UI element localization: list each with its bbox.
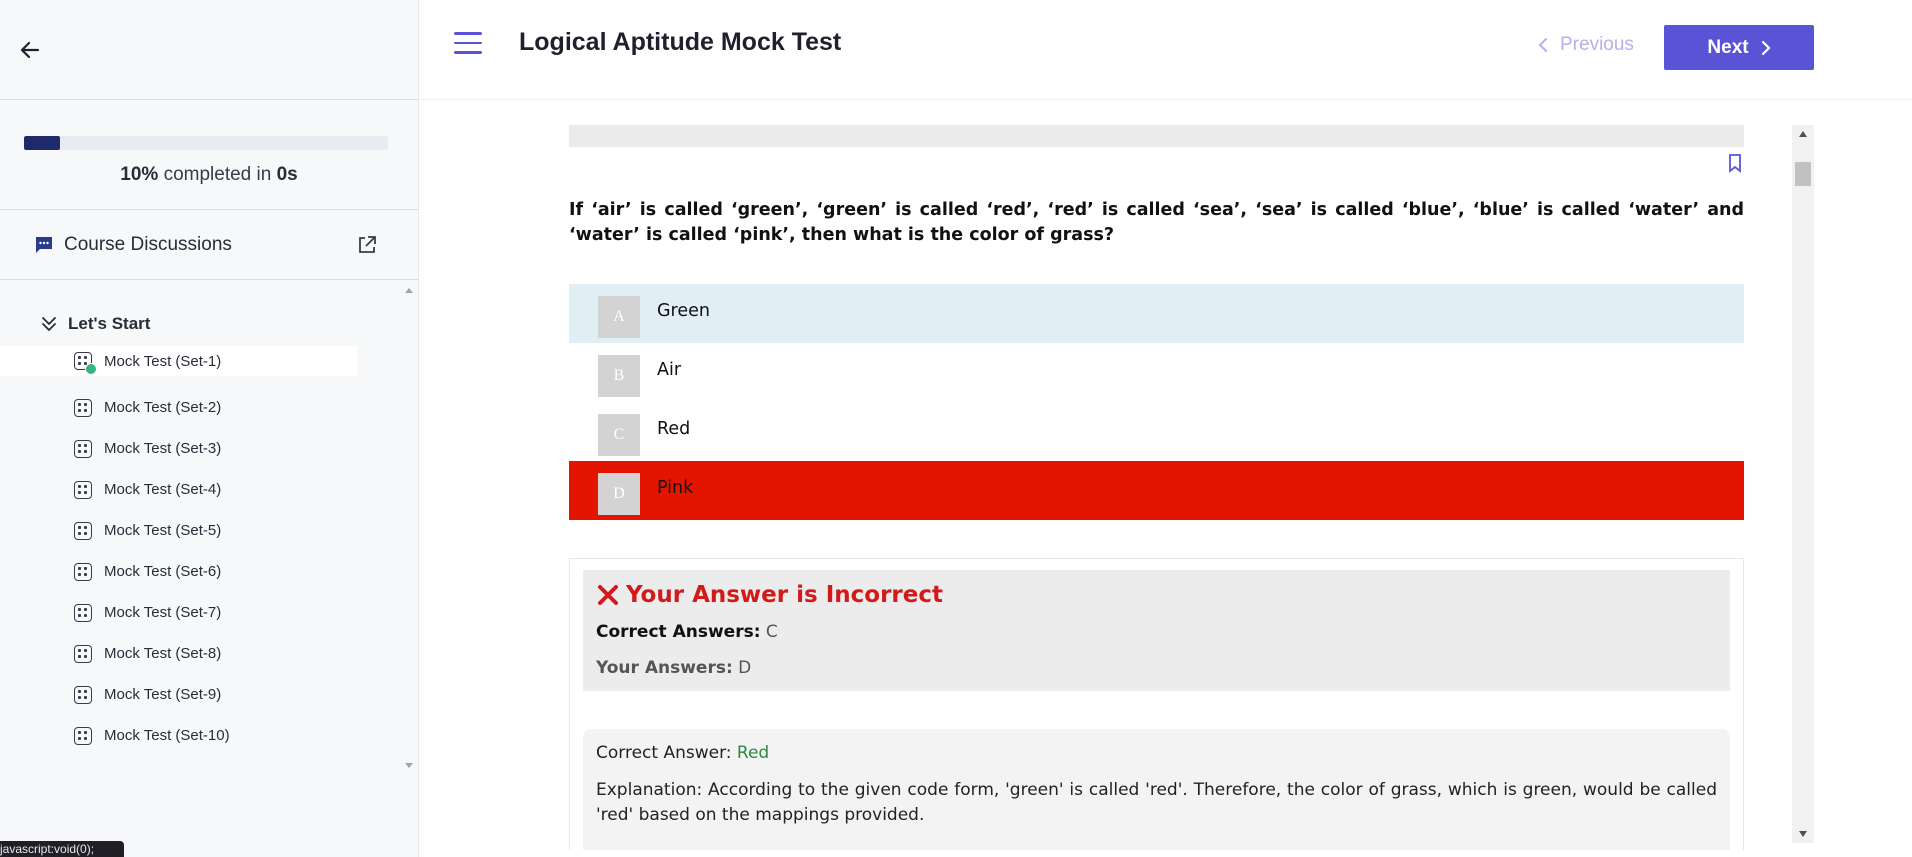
section-lets-start[interactable]: Let's Start [0, 308, 418, 340]
option-letter: C [598, 413, 640, 456]
answer-options: A Green B Air C Red D Pink [569, 284, 1744, 520]
course-discussions-label: Course Discussions [64, 233, 232, 255]
previous-label: Previous [1560, 34, 1634, 55]
course-discussions-link[interactable]: Course Discussions [0, 210, 418, 280]
answer-option-c[interactable]: C Red [569, 402, 1744, 461]
option-text: Air [657, 359, 682, 380]
question-text: If ‘air’ is called ‘green’, ‘green’ is c… [569, 200, 1744, 245]
explanation-box: Correct Answer: Red Explanation: Accordi… [583, 729, 1730, 850]
lesson-item[interactable]: Mock Test (Set-2) [0, 387, 358, 428]
lesson-item[interactable]: Mock Test (Set-9) [0, 674, 358, 715]
question-panel: If ‘air’ is called ‘green’, ‘green’ is c… [569, 125, 1744, 850]
lesson-label: Mock Test (Set-7) [104, 604, 222, 621]
question-header-bar [569, 125, 1744, 147]
lesson-label: Mock Test (Set-9) [104, 686, 222, 703]
lesson-label: Mock Test (Set-6) [104, 563, 222, 580]
result-box: Your Answer is Incorrect Correct Answers… [583, 570, 1730, 691]
top-header: Logical Aptitude Mock Test Previous Next [420, 0, 1912, 100]
quiz-icon [74, 562, 92, 581]
close-x-icon [598, 585, 618, 605]
chat-icon [36, 236, 52, 253]
quiz-icon [74, 726, 92, 745]
completed-check-icon [85, 363, 97, 375]
quiz-icon [74, 352, 97, 375]
next-button[interactable]: Next [1664, 25, 1814, 70]
hamburger-menu-icon[interactable] [454, 32, 482, 56]
lesson-label: Mock Test (Set-10) [104, 727, 230, 744]
quiz-icon [74, 603, 92, 622]
lesson-label: Mock Test (Set-3) [104, 440, 222, 457]
explanation-answer: Correct Answer: Red [596, 743, 770, 763]
option-text: Pink [657, 477, 694, 498]
bookmark-icon[interactable] [1728, 153, 1742, 173]
sidebar-top [0, 0, 418, 100]
quiz-icon [74, 644, 92, 663]
quiz-icon [74, 398, 92, 417]
option-letter: A [598, 295, 640, 338]
lesson-item[interactable]: Mock Test (Set-4) [0, 469, 358, 510]
section-title: Let's Start [68, 314, 151, 333]
lesson-item[interactable]: Mock Test (Set-10) [0, 715, 358, 756]
lesson-item[interactable]: Mock Test (Set-1) [0, 346, 358, 376]
lesson-list: Mock Test (Set-1) Mock Test (Set-2) Mock T… [0, 346, 418, 756]
lesson-item[interactable]: Mock Test (Set-8) [0, 633, 358, 674]
quiz-icon [74, 480, 92, 499]
main-scrollbar[interactable] [1792, 125, 1814, 843]
lesson-label: Mock Test (Set-1) [104, 352, 222, 370]
back-arrow-icon[interactable] [16, 36, 44, 64]
lesson-item[interactable]: Mock Test (Set-6) [0, 551, 358, 592]
progress-bar-fill [24, 136, 61, 150]
answer-option-a[interactable]: A Green [569, 284, 1744, 343]
your-answers-line: Your Answers: D [596, 658, 752, 678]
next-label: Next [1707, 36, 1749, 58]
chevron-double-down-icon [42, 317, 56, 331]
lesson-label: Mock Test (Set-5) [104, 522, 222, 539]
answer-option-d[interactable]: D Pink [569, 461, 1744, 520]
course-progress: 10% completed in 0s [0, 100, 418, 210]
option-letter: B [598, 354, 640, 397]
lesson-label: Mock Test (Set-8) [104, 645, 222, 662]
answer-feedback: Your Answer is Incorrect Correct Answers… [569, 558, 1744, 850]
option-text: Red [657, 418, 691, 439]
scroll-up-icon[interactable] [1799, 131, 1807, 137]
progress-text: 10% completed in 0s [120, 164, 298, 185]
previous-button[interactable]: Previous [1538, 34, 1634, 56]
option-text: Green [657, 300, 710, 321]
quiz-icon [74, 521, 92, 540]
result-title: Your Answer is Incorrect [596, 582, 943, 608]
lesson-item[interactable]: Mock Test (Set-3) [0, 428, 358, 469]
scroll-up-icon[interactable] [405, 288, 413, 293]
course-sidebar: 10% completed in 0s Course Discussions L… [0, 0, 419, 857]
scroll-down-icon[interactable] [1799, 831, 1807, 837]
scroll-down-icon[interactable] [405, 763, 413, 768]
chevron-right-icon [1761, 40, 1771, 55]
explanation-text: Explanation: According to the given code… [596, 780, 1717, 825]
lesson-label: Mock Test (Set-2) [104, 399, 222, 416]
page-title: Logical Aptitude Mock Test [519, 28, 842, 56]
chevron-left-icon [1538, 38, 1547, 52]
lesson-item[interactable]: Mock Test (Set-7) [0, 592, 358, 633]
external-link-icon[interactable] [356, 234, 378, 256]
status-tooltip: javascript:void(0); [0, 841, 124, 857]
answer-option-b[interactable]: B Air [569, 343, 1744, 402]
lesson-label: Mock Test (Set-4) [104, 481, 222, 498]
quiz-icon [74, 439, 92, 458]
progress-bar [24, 136, 388, 150]
lesson-item[interactable]: Mock Test (Set-5) [0, 510, 358, 551]
scrollbar-thumb[interactable] [1795, 162, 1811, 186]
quiz-icon [74, 685, 92, 704]
correct-answers-line: Correct Answers: C [596, 622, 778, 642]
option-letter: D [598, 472, 640, 515]
sidebar-scrollbar[interactable] [400, 282, 418, 772]
